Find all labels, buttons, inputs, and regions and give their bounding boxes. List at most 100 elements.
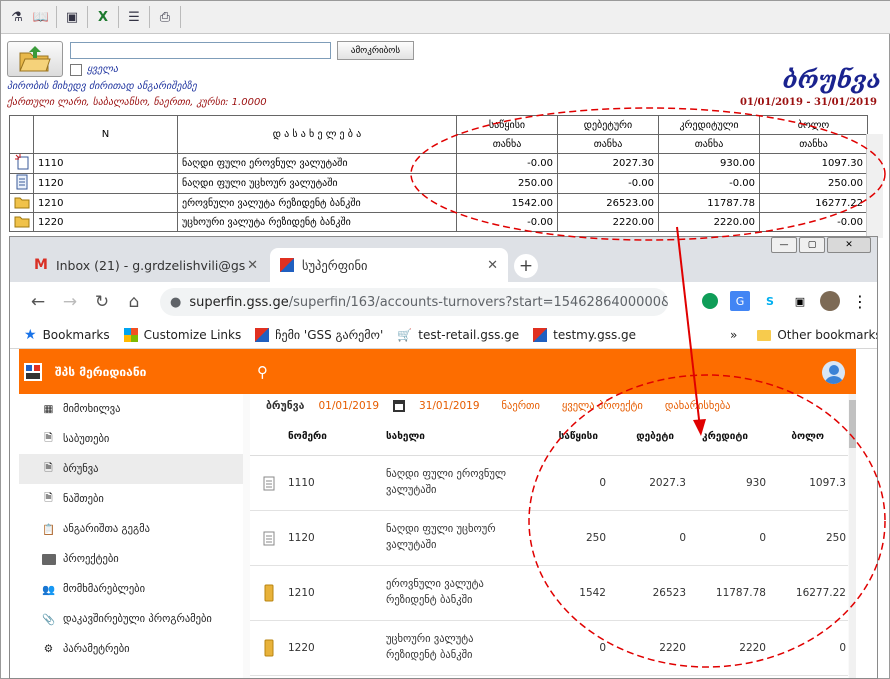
header-n[interactable]: N [33,115,178,154]
cell-debit: -0.00 [557,173,659,194]
url-input[interactable]: ● superfin.gss.ge/superfin/163/accounts-… [160,288,668,316]
consolidated-link[interactable]: ნაერთი [502,400,540,412]
sort-link[interactable]: დახარისხება [665,400,731,412]
sidebar-item-settings[interactable]: ⚙ პარამეტრები [19,634,243,664]
table-row[interactable]: 1220 უცხოური ვალუტა რეზიდენტ ბანკში 0 22… [250,621,848,676]
bookmark-label: testmy.gss.ge [553,328,637,342]
sidebar-item-label: ბრუნვა [63,463,99,475]
date-to[interactable]: 31/01/2019 [419,400,480,412]
currency-info: ქართული ლარი, საბალანსო, ნაერთი, კურსი: … [7,97,267,108]
col-name[interactable]: სახელი [386,431,488,442]
tab-inbox[interactable]: M Inbox (21) - g.grdzelishvili@gss.g ✕ [24,248,268,282]
table-row[interactable]: 1120 ნაღდი ფული უცხოურ ვალუტაში 250 0 0 … [250,511,848,566]
skype-icon[interactable]: S [760,291,780,311]
tab-label: სუპერფინი [302,257,368,273]
more-bookmarks-button[interactable]: » [730,328,737,342]
search-input[interactable] [70,42,331,59]
forward-icon[interactable]: → [54,292,86,312]
minimize-button[interactable]: — [771,237,797,253]
bookmark-item[interactable]: 🛒 test-retail.gss.ge [397,328,519,342]
home-icon[interactable]: ⌂ [118,292,150,312]
back-icon[interactable]: ← [22,292,54,312]
col-credit[interactable]: კრედიტი [674,431,748,442]
all-checkbox[interactable] [70,64,82,76]
header-name[interactable]: დ ა ს ა ხ ე ლ ე ბ ა [177,115,457,154]
cell-end: 250.00 [759,173,868,194]
header-credit[interactable]: კრედიტული [658,115,760,135]
other-bookmarks[interactable]: Other bookmarks [757,328,877,342]
col-debit[interactable]: დებეტი [598,431,674,442]
table-row[interactable]: 1210 ეროვნული ვალუტა რეზიდენტ ბანკში 154… [9,193,868,213]
sidebar-item-documents[interactable]: 🗎 საბუთები [19,424,243,454]
new-document-icon [14,154,28,170]
page-title: ბრუნვა [266,400,305,412]
bookmark-item[interactable]: ★ Bookmarks [24,327,110,343]
header-debit[interactable]: დებეტური [557,115,659,135]
translate-icon[interactable]: G [730,291,750,311]
cell-credit: 2220.00 [658,212,760,232]
find-button[interactable]: ამოკრიბოს [337,41,414,60]
page-scrollbar[interactable] [849,394,856,678]
date-from[interactable]: 01/01/2019 [318,400,379,412]
new-tab-button[interactable]: + [514,254,538,278]
open-folder-button[interactable] [7,41,63,77]
green-dot-icon[interactable] [700,291,720,311]
col-start[interactable]: საწყისი [488,431,598,442]
cell-number: 1220 [288,642,315,654]
bookmark-item[interactable]: testmy.gss.ge [533,328,636,342]
cell-debit: 26523.00 [557,193,659,213]
cell-debit: 0 [679,532,686,544]
close-icon[interactable]: ✕ [487,258,498,273]
bookmark-item[interactable]: Customize Links [123,328,241,342]
table-row[interactable]: 1120 ნაღდი ფული უცხოურ ვალუტაში 250.00 -… [9,173,868,194]
calendar-icon[interactable] [393,400,406,412]
table-row[interactable]: 1220 უცხოური ვალუტა რეზიდენტ ბანკში -0.0… [9,212,868,232]
projects-link[interactable]: ყველა პროექტი [562,400,643,412]
bookmark-label: ჩემი 'GSS გარემო' [275,328,384,342]
sidebar-item-turnover[interactable]: 🗎 ბრუნვა [19,454,243,484]
documents-icon: 🗎 [44,432,53,444]
scrollbar-thumb[interactable] [849,400,856,448]
table-row[interactable]: 1110 ნაღდი ფული ეროვნულ ვალუტაში 0 2027.… [250,456,848,511]
profile-avatar[interactable] [820,291,840,311]
excel-icon[interactable]: X [91,6,115,28]
binoculars-icon[interactable]: ⚗ [5,6,29,28]
columns-icon[interactable]: ☰ [122,6,146,28]
sidebar-item-label: მომხმარებლები [63,583,146,595]
header-end[interactable]: ბოლო [759,115,868,135]
menu-icon[interactable]: ⋮ [850,291,870,311]
print-icon[interactable]: ⎙ [153,6,177,28]
close-icon[interactable]: ✕ [247,258,258,273]
col-end[interactable]: ბოლო [748,431,824,442]
grid-scrollbar[interactable] [866,134,883,238]
header-start[interactable]: საწყისი [456,115,558,135]
reload-icon[interactable]: ↻ [86,292,118,312]
sidebar-item-users[interactable]: 👥 მომხმარებლები [19,574,243,604]
cell-name: ნაღდი ფული ეროვნულ ვალუტაში [386,468,507,496]
cell-n: 1110 [33,153,178,174]
table-row[interactable]: 1210 ეროვნული ვალუტა რეზიდენტ ბანკში 154… [250,566,848,621]
preview-icon[interactable]: ▣ [60,6,84,28]
sidebar-item-projects[interactable]: პროექტები [19,544,243,574]
video-icon[interactable]: ▣ [790,291,810,311]
user-avatar[interactable] [822,361,845,384]
sidebar-item-overview[interactable]: ▦ მიმოხილვა [19,394,243,424]
toolbar-separator [149,6,150,28]
windows-icon [123,328,138,342]
cell-start: -0.00 [456,212,558,232]
table-row[interactable]: 1110 ნაღდი ფული ეროვნულ ვალუტაში -0.00 2… [9,153,868,174]
table-header: ნომერი სახელი საწყისი დებეტი კრედიტი ბოლ… [250,418,848,456]
book-icon[interactable]: 📖 [29,6,53,28]
maximize-button[interactable]: ▢ [799,237,825,253]
cell-end: 1097.3 [809,477,846,489]
sidebar-item-accounts-plan[interactable]: 📋 ანგარიშთა გეგმა [19,514,243,544]
cell-credit: 11787.78 [715,587,766,599]
sidebar-item-balances[interactable]: 🗎 ნაშთები [19,484,243,514]
close-button[interactable]: ✕ [827,237,871,253]
sidebar-item-connected-apps[interactable]: 📎 დაკავშირებული პროგრამები [19,604,243,634]
tab-superfin[interactable]: სუპერფინი ✕ [270,248,508,282]
col-number[interactable]: ნომერი [288,431,386,442]
bookmark-item[interactable]: ჩემი 'GSS გარემო' [255,328,383,342]
search-icon[interactable]: ⚲ [257,363,268,381]
cell-debit: 2027.3 [649,477,686,489]
